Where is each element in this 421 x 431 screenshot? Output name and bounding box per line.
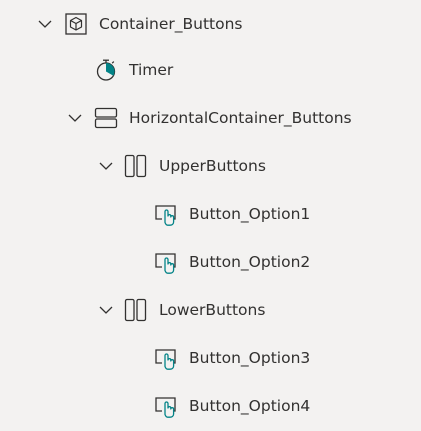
tree-item-button-option2[interactable]: Button_Option2 [0,238,421,286]
tree-item-label: Button_Option3 [189,349,311,367]
chevron-down-icon[interactable] [96,156,116,176]
tree-item-label: Button_Option1 [189,205,311,223]
tree-item-upperbuttons[interactable]: UpperButtons [0,142,421,190]
tree-item-label: HorizontalContainer_Buttons [129,109,352,127]
tree-item-label: UpperButtons [159,157,266,175]
tree-item-label: LowerButtons [159,301,266,319]
horizontal-container-icon [94,106,118,130]
tree-item-button-option4[interactable]: Button_Option4 [0,382,421,430]
timer-icon [94,58,118,82]
tree-item-button-option1[interactable]: Button_Option1 [0,190,421,238]
tree-item-label: Timer [129,61,174,79]
button-icon [154,394,178,418]
tree-item-label: Container_Buttons [99,15,243,33]
tree-item-horizontalcontainer-buttons[interactable]: HorizontalContainer_Buttons [0,94,421,142]
tree-item-label: Button_Option2 [189,253,311,271]
tree-item-lowerbuttons[interactable]: LowerButtons [0,286,421,334]
chevron-down-icon[interactable] [65,108,85,128]
tree-item-button-option3[interactable]: Button_Option3 [0,334,421,382]
tree-item-timer[interactable]: Timer [0,46,421,94]
button-icon [154,202,178,226]
button-icon [154,346,178,370]
tree-item-container-buttons[interactable]: Container_Buttons [0,0,421,48]
container-icon [64,12,88,36]
button-icon [154,250,178,274]
chevron-down-icon[interactable] [35,14,55,34]
vertical-container-icon [124,298,148,322]
chevron-down-icon[interactable] [96,300,116,320]
vertical-container-icon [124,154,148,178]
tree-view: Container_Buttons Timer HorizontalContai… [0,0,421,431]
tree-item-label: Button_Option4 [189,397,311,415]
